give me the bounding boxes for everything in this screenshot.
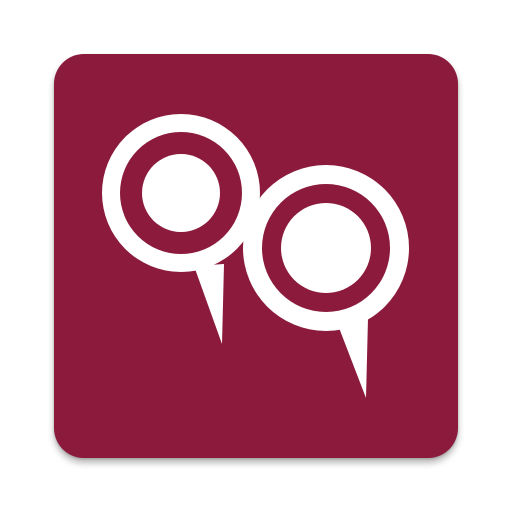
right-pin-icon [243,165,409,398]
app-icon-canvas [0,0,512,512]
double-location-pin-logo-icon [102,114,409,398]
right-pin-center-dot [281,203,371,293]
left-pin-tail [194,264,224,344]
right-pin-tail [336,318,368,398]
left-pin-icon [102,114,260,344]
app-icon-tile[interactable] [54,54,458,458]
left-pin-center-dot [142,154,220,232]
